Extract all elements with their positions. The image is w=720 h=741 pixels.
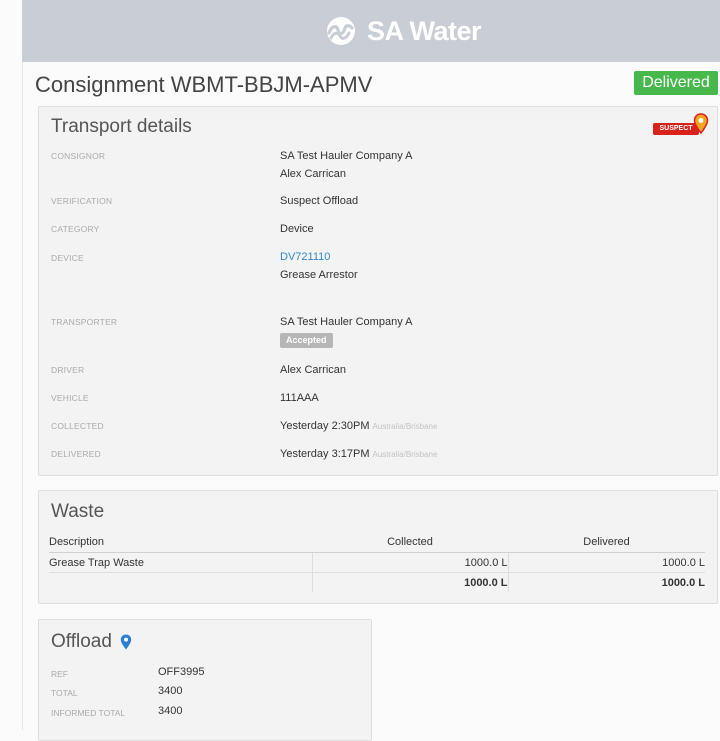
waste-table-header: Description Collected Delivered xyxy=(49,532,705,553)
logo-wave-icon xyxy=(327,17,355,45)
page-title: Consignment WBMT-BBJM-APMV xyxy=(35,72,373,97)
driver-label: DRIVER xyxy=(51,365,85,375)
device-type: Grease Arrestor xyxy=(280,269,358,281)
sa-water-logo[interactable]: SA Water xyxy=(322,13,482,49)
offload-heading-text: Offload xyxy=(51,631,112,652)
collected-time: Yesterday 2:30PM xyxy=(280,420,370,432)
device-label: DEVICE xyxy=(51,253,84,263)
transport-details-panel: Transport details SUSPECT CONSIGNOR SA T… xyxy=(38,106,718,476)
collected-value: Yesterday 2:30PM Australia/Brisbane xyxy=(280,417,437,436)
waste-delivered: 1000.0 L xyxy=(507,552,705,573)
waste-table: Description Collected Delivered Grease T… xyxy=(49,532,705,592)
consignor-value: SA Test Hauler Company A Alex Carrican xyxy=(280,147,412,183)
total-delivered: 1000.0 L xyxy=(507,572,705,592)
transporter-label: TRANSPORTER xyxy=(51,317,118,327)
offload-informed-total-label: INFORMED TOTAL xyxy=(51,708,126,718)
delivered-label: DELIVERED xyxy=(51,449,101,459)
waste-collected: 1000.0 L xyxy=(311,552,508,573)
transporter-company: SA Test Hauler Company A xyxy=(280,316,413,328)
category-label: CATEGORY xyxy=(51,224,100,234)
left-sidebar-edge xyxy=(0,0,23,730)
offload-ref-link[interactable]: OFF3995 xyxy=(158,666,204,678)
top-header: SA Water xyxy=(22,0,720,62)
device-id-link[interactable]: DV721110 xyxy=(280,248,358,266)
consignor-person: Alex Carrican xyxy=(280,168,347,180)
offload-total-value: 3400 xyxy=(158,685,183,697)
suspect-badge: SUSPECT xyxy=(653,113,711,139)
offload-informed-total-value: 3400 xyxy=(158,705,183,717)
driver-value: Alex Carrican xyxy=(280,364,347,376)
waste-description: Grease Trap Waste xyxy=(49,552,312,573)
device-value: DV721110 Grease Arrestor xyxy=(280,248,358,284)
status-badge: Delivered xyxy=(634,71,718,95)
totals-row: 1000.0 L 1000.0 L xyxy=(49,572,705,593)
offload-ref-label: REF xyxy=(51,669,68,679)
consignor-label: CONSIGNOR xyxy=(51,151,106,161)
accepted-badge: Accepted xyxy=(280,333,333,348)
category-value: Device xyxy=(280,223,314,235)
brand-name: SA Water xyxy=(367,15,482,46)
collected-label: COLLECTED xyxy=(51,421,104,431)
location-pin-icon[interactable] xyxy=(120,634,132,650)
collected-timezone: Australia/Brisbane xyxy=(372,422,438,431)
delivered-timezone: Australia/Brisbane xyxy=(372,450,438,459)
table-row: Grease Trap Waste 1000.0 L 1000.0 L xyxy=(49,552,705,573)
total-collected: 1000.0 L xyxy=(311,572,508,592)
vehicle-label: VEHICLE xyxy=(51,393,89,403)
column-collected: Collected xyxy=(312,532,508,553)
offload-heading: Offload xyxy=(51,631,132,653)
column-description: Description xyxy=(49,532,312,553)
offload-total-label: TOTAL xyxy=(51,688,78,698)
verification-label: VERIFICATION xyxy=(51,196,113,206)
consignor-company: SA Test Hauler Company A xyxy=(280,150,413,162)
transporter-value: SA Test Hauler Company A Accepted xyxy=(280,313,412,349)
delivered-time: Yesterday 3:17PM xyxy=(280,448,370,460)
verification-value: Suspect Offload xyxy=(280,195,359,207)
transport-details-heading: Transport details xyxy=(51,116,192,137)
waste-heading: Waste xyxy=(51,501,105,522)
location-pin-icon xyxy=(693,113,709,135)
delivered-value: Yesterday 3:17PM Australia/Brisbane xyxy=(280,445,437,464)
vehicle-value: 111AAA xyxy=(280,392,319,404)
column-delivered: Delivered xyxy=(508,532,705,553)
totals-spacer xyxy=(49,573,312,593)
offload-panel: Offload REF OFF3995 TOTAL 3400 INFORMED … xyxy=(38,619,372,741)
